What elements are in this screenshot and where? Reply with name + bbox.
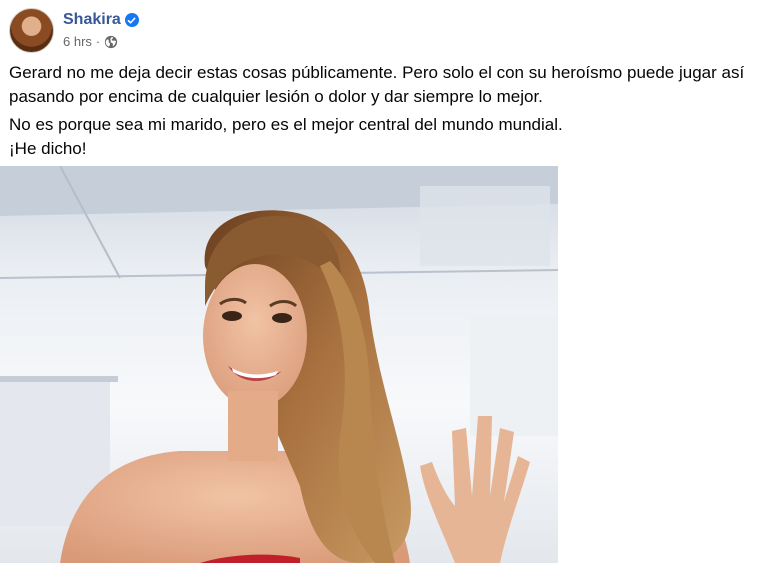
author-row: Shakira	[63, 10, 139, 30]
time-row: 6 hrs ·	[63, 34, 139, 50]
post-paragraph: Gerard no me deja decir estas cosas públ…	[9, 63, 745, 106]
post-meta: Shakira 6 hrs ·	[63, 10, 139, 50]
avatar[interactable]	[9, 7, 54, 53]
post-timestamp[interactable]: 6 hrs	[63, 34, 92, 50]
verified-badge-icon	[124, 13, 139, 27]
author-name[interactable]: Shakira	[63, 10, 121, 30]
post-photo[interactable]	[0, 166, 558, 563]
facebook-post: Shakira 6 hrs · Gerard no me deja decir …	[0, 0, 768, 563]
globe-icon[interactable]	[104, 35, 118, 49]
post-paragraph: ¡He dicho!	[9, 139, 87, 158]
post-paragraph: No es porque sea mi marido, pero es el m…	[9, 115, 563, 134]
separator-dot: ·	[95, 34, 101, 49]
post-text: Gerard no me deja decir estas cosas públ…	[9, 61, 749, 161]
photo-illustration	[0, 166, 558, 563]
post-header: Shakira 6 hrs ·	[9, 7, 139, 53]
